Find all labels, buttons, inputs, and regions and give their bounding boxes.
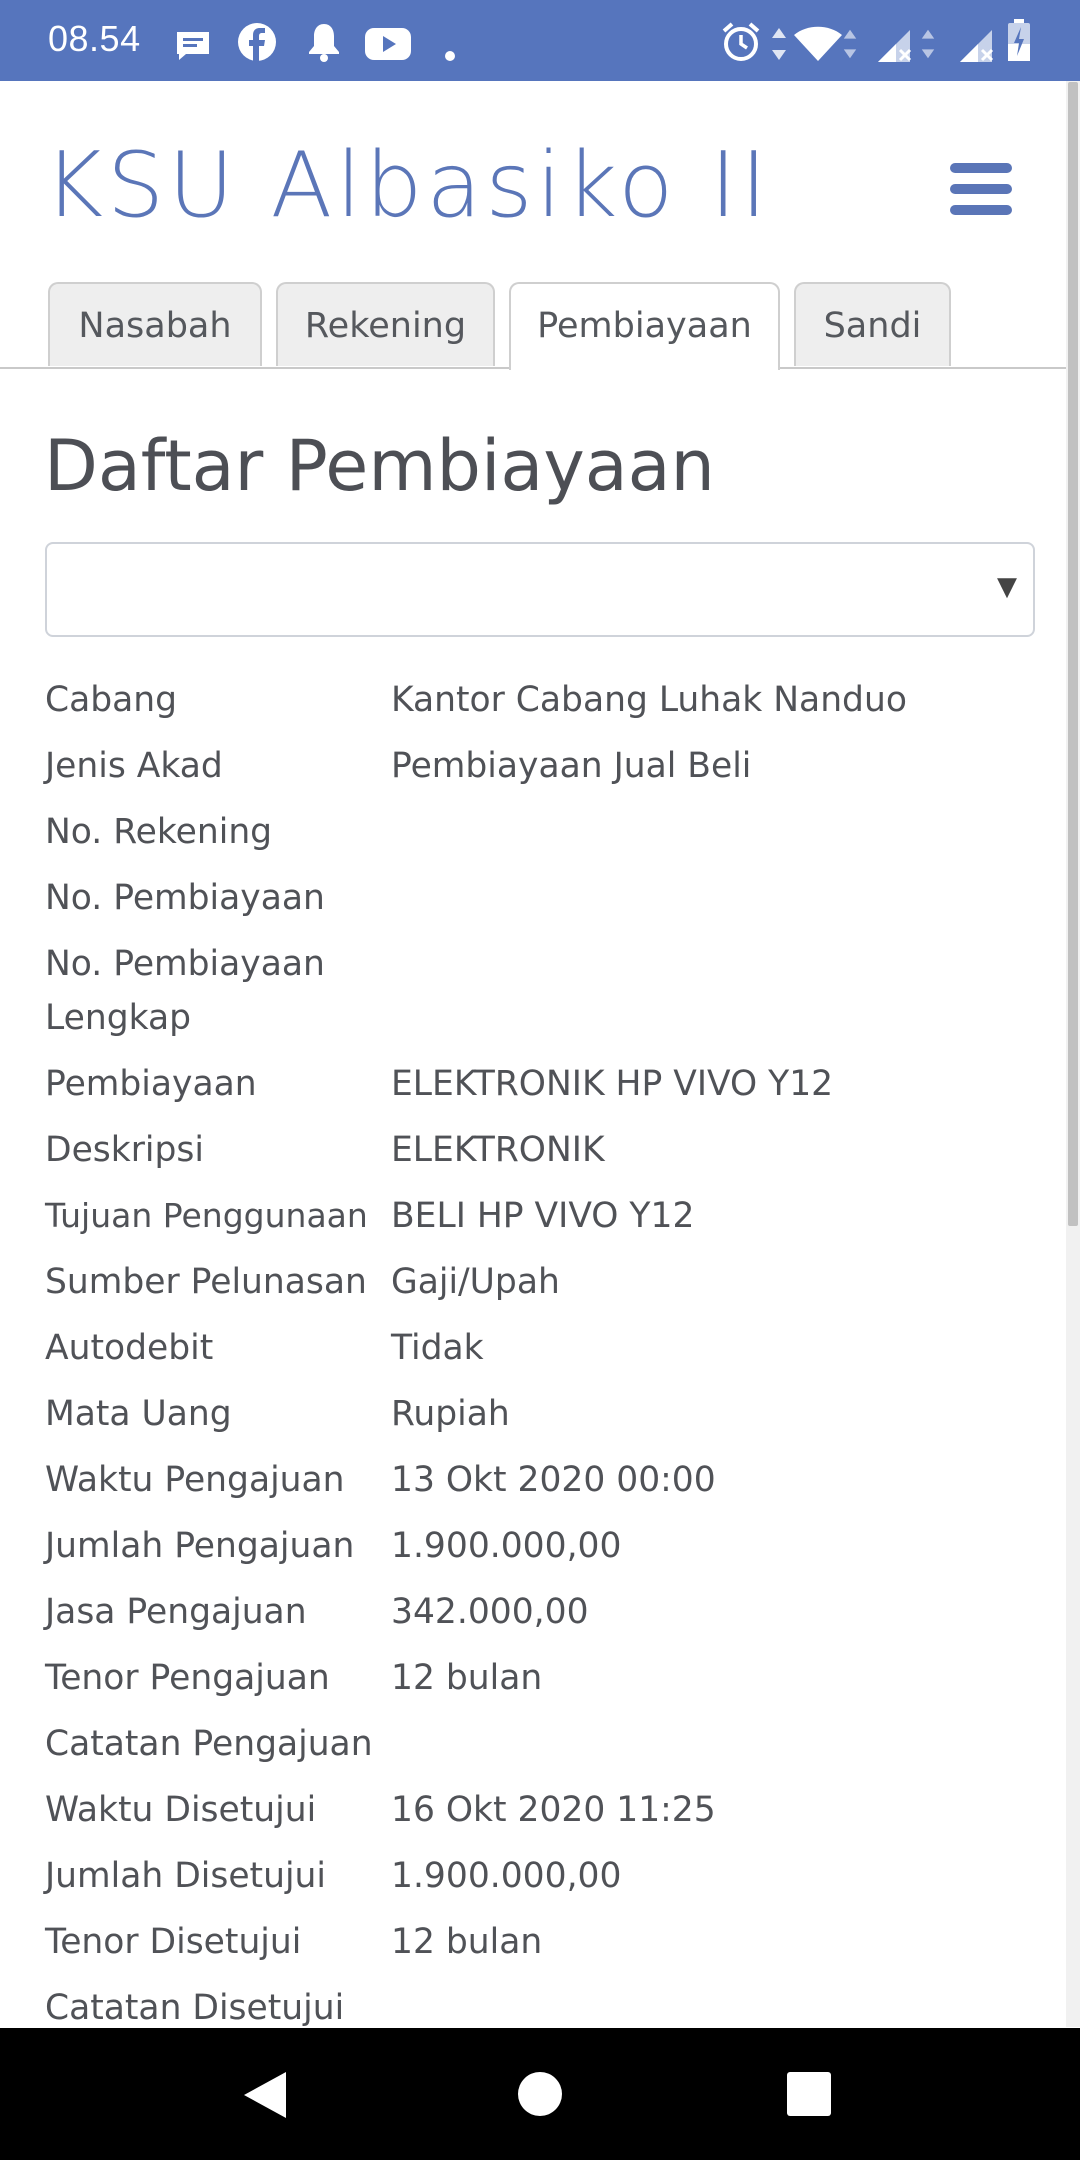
detail-value: ELEKTRONIK <box>391 1130 605 1170</box>
tab-sandi[interactable]: Sandi <box>794 282 951 366</box>
detail-label: No. Rekening <box>45 812 273 852</box>
detail-value: ELEKTRONIK HP VIVO Y12 <box>391 1064 834 1104</box>
data-arrows-icon <box>772 28 786 60</box>
detail-label: Jasa Pengajuan <box>45 1592 307 1632</box>
detail-label: Autodebit <box>45 1328 214 1368</box>
navigation-bar <box>0 2028 1080 2160</box>
detail-label: Pembiayaan <box>45 1064 257 1104</box>
detail-label: Waktu Pengajuan <box>45 1460 345 1500</box>
scrollbar-thumb[interactable] <box>1068 82 1078 1226</box>
home-icon[interactable] <box>517 2071 563 2117</box>
detail-value: BELI HP VIVO Y12 <box>391 1196 695 1236</box>
pembiayaan-select[interactable]: ▼ <box>45 542 1035 637</box>
detail-label: Sumber Pelunasan <box>45 1262 367 1302</box>
bell-icon <box>309 24 339 62</box>
alarm-icon <box>722 22 760 61</box>
detail-label: Jumlah Pengajuan <box>45 1526 355 1566</box>
data-arrows-icon <box>921 29 935 59</box>
detail-label: Deskripsi <box>45 1130 204 1170</box>
battery-charging-icon <box>1008 19 1030 61</box>
tab-nasabah[interactable]: Nasabah <box>48 282 262 366</box>
detail-value: 1.900.000,00 <box>391 1856 622 1896</box>
signal-icon <box>878 30 912 62</box>
youtube-icon <box>365 28 411 60</box>
message-icon <box>177 32 209 60</box>
detail-label: Tenor Disetujui <box>45 1922 302 1962</box>
detail-value: 1.900.000,00 <box>391 1526 622 1566</box>
tab-bar: Nasabah Rekening Pembiayaan Sandi <box>0 282 1066 370</box>
recents-icon[interactable] <box>786 2071 832 2117</box>
facebook-icon <box>238 23 276 61</box>
wifi-icon <box>794 26 842 61</box>
hamburger-menu-icon[interactable] <box>946 161 1016 217</box>
detail-label: Catatan Disetujui <box>45 1988 345 2028</box>
app-header: KSU Albasiko II <box>0 81 1080 281</box>
dot-icon <box>445 51 455 61</box>
detail-label: Tenor Pengajuan <box>45 1658 330 1698</box>
detail-label: Cabang <box>45 680 178 720</box>
tab-rekening[interactable]: Rekening <box>276 282 495 366</box>
detail-value: 342.000,00 <box>391 1592 589 1632</box>
detail-value: Gaji/Upah <box>391 1262 560 1302</box>
detail-row: Catatan Disetujui <box>45 1981 1045 2028</box>
detail-label: No. Pembiayaan Lengkap <box>45 944 325 1038</box>
detail-value: Kantor Cabang Luhak Nanduo <box>391 680 907 720</box>
detail-value: Pembiayaan Jual Beli <box>391 746 752 786</box>
detail-label: Catatan Pengajuan <box>45 1724 373 1764</box>
status-bar: 08.54 <box>0 0 1080 81</box>
detail-value: 16 Okt 2020 11:25 <box>391 1790 716 1830</box>
detail-value: 12 bulan <box>391 1922 543 1962</box>
detail-label: Jenis Akad <box>45 746 223 786</box>
detail-label: Jumlah Disetujui <box>45 1856 326 1896</box>
app-title: KSU Albasiko II <box>44 133 772 238</box>
signal-icon <box>960 30 994 62</box>
detail-label: Mata Uang <box>45 1394 232 1434</box>
detail-value: 13 Okt 2020 00:00 <box>391 1460 716 1500</box>
tab-pembiayaan[interactable]: Pembiayaan <box>509 282 780 370</box>
detail-label: Waktu Disetujui <box>45 1790 317 1830</box>
back-icon[interactable] <box>242 2070 288 2120</box>
detail-value: Rupiah <box>391 1394 510 1434</box>
data-arrows-icon <box>843 29 857 59</box>
detail-value: 12 bulan <box>391 1658 543 1698</box>
detail-value: Tidak <box>391 1328 484 1368</box>
caret-down-icon: ▼ <box>997 572 1017 602</box>
detail-label: No. Pembiayaan <box>45 878 325 918</box>
status-time: 08.54 <box>48 18 141 59</box>
detail-label: Tujuan Penggunaan <box>45 1196 368 1235</box>
page-title: Daftar Pembiayaan <box>44 425 715 507</box>
